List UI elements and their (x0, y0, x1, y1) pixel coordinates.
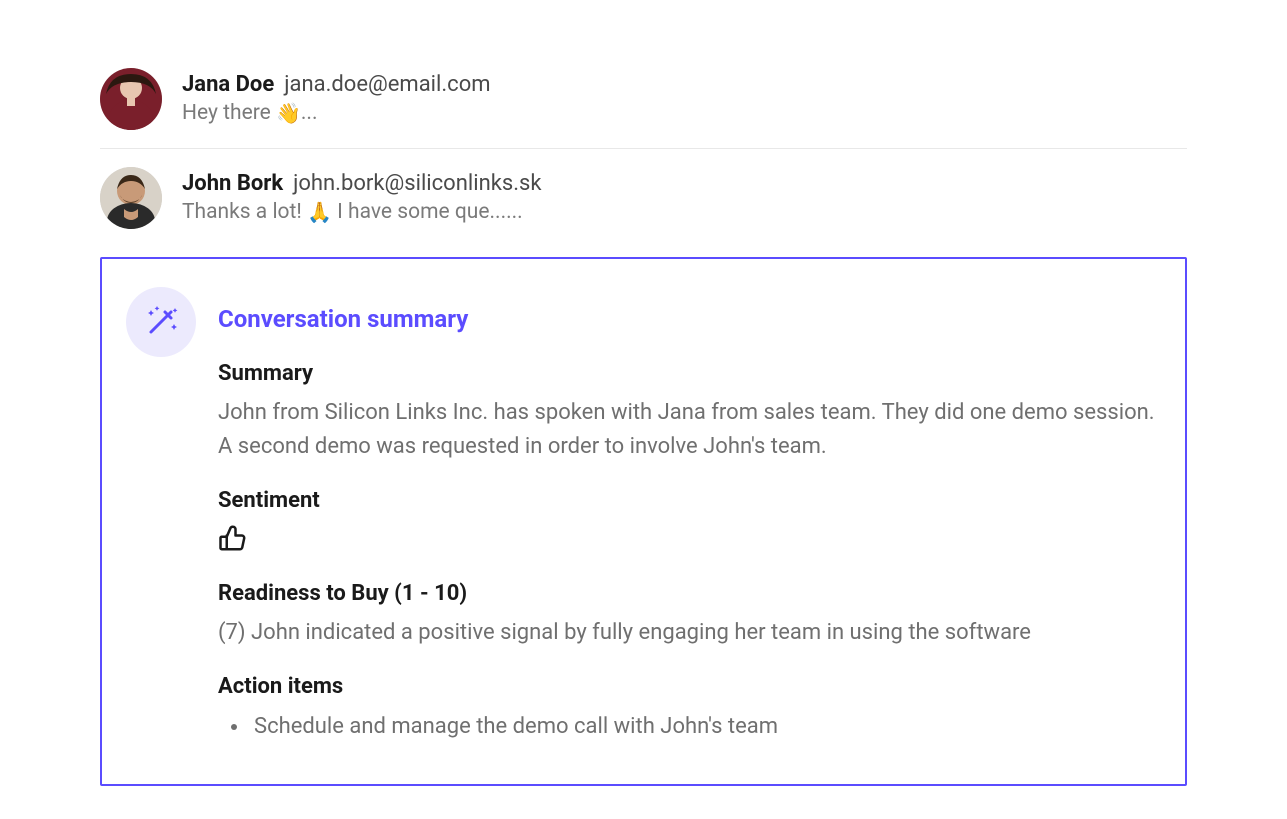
sender-email: john.bork@siliconlinks.sk (293, 171, 541, 196)
sender-email: jana.doe@email.com (284, 72, 490, 97)
summary-title: Conversation summary (218, 305, 1161, 333)
readiness-heading: Readiness to Buy (1 - 10) (218, 581, 1161, 606)
message-preview: Hey there 👋... (182, 101, 1187, 125)
summary-heading: Summary (218, 361, 1161, 386)
sender-name: John Bork (182, 171, 283, 196)
sender-name: Jana Doe (182, 72, 274, 97)
avatar (100, 68, 162, 130)
thumbs-up-icon (218, 523, 1161, 557)
conversation-summary-card: Conversation summary Summary John from S… (100, 257, 1187, 786)
summary-text: John from Silicon Links Inc. has spoken … (218, 396, 1161, 464)
message-preview: Thanks a lot! 🙏 I have some que...... (182, 200, 1187, 224)
message-row[interactable]: Jana Doe jana.doe@email.com Hey there 👋.… (100, 50, 1187, 148)
avatar (100, 167, 162, 229)
action-item: Schedule and manage the demo call with J… (250, 709, 1161, 744)
action-items-list: Schedule and manage the demo call with J… (218, 709, 1161, 744)
message-row[interactable]: John Bork john.bork@siliconlinks.sk Than… (100, 149, 1187, 247)
sentiment-heading: Sentiment (218, 488, 1161, 513)
action-items-heading: Action items (218, 674, 1161, 699)
wave-emoji-icon: 👋 (276, 101, 301, 125)
readiness-text: (7) John indicated a positive signal by … (218, 616, 1161, 650)
pray-emoji-icon: 🙏 (307, 200, 332, 224)
magic-wand-icon (126, 287, 196, 357)
